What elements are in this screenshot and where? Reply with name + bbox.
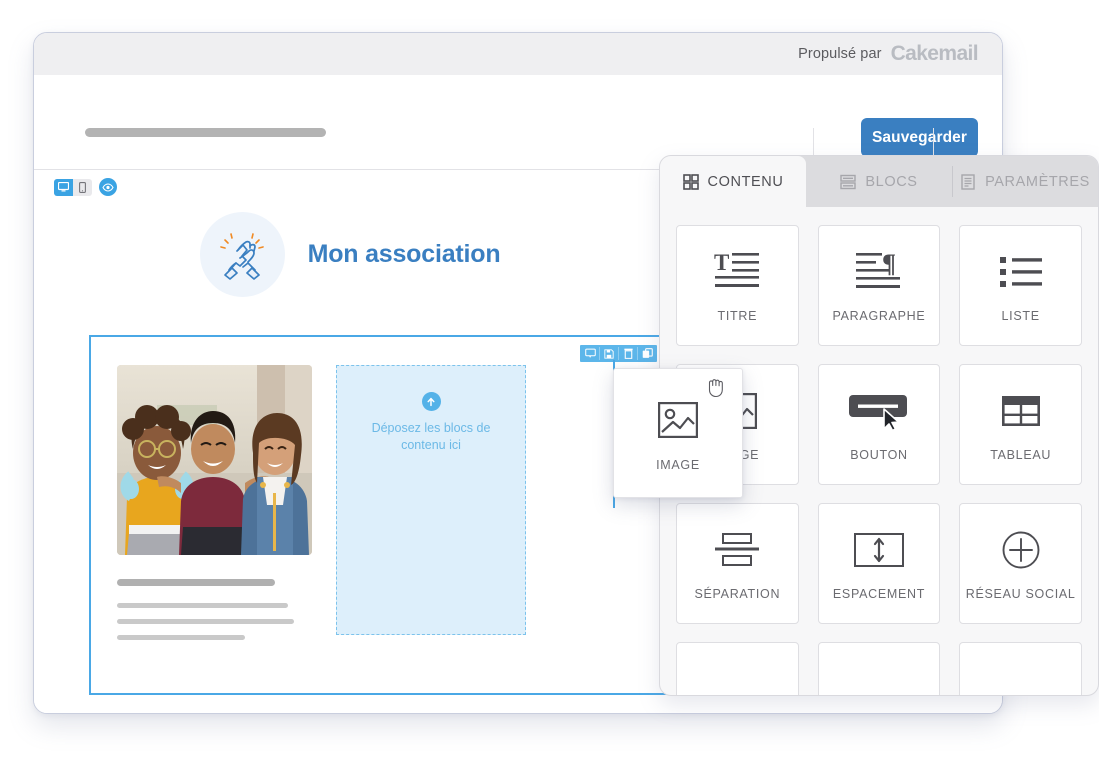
eye-icon	[102, 182, 114, 192]
block-columns: Déposez les blocs de contenu ici	[91, 365, 665, 640]
block-card-separation[interactable]: SÉPARATION	[676, 503, 799, 624]
comment-icon	[584, 348, 596, 358]
table-icon	[1001, 385, 1041, 437]
tab-contenu-label: CONTENU	[707, 173, 784, 190]
block-card-empty-2[interactable]	[817, 642, 941, 695]
placeholder-line-title	[117, 579, 275, 586]
block-card-espacement[interactable]: ESPACEMENT	[817, 503, 941, 624]
placeholder-line-2	[117, 619, 294, 624]
duplicate-icon-button[interactable]	[638, 345, 656, 362]
image-icon	[658, 394, 698, 446]
svg-text:¶: ¶	[882, 250, 896, 278]
block-toolbar	[580, 345, 657, 362]
block-card-liste-label: LISTE	[1001, 309, 1040, 324]
block-card-reseau-social-label: RÉSEAU SOCIAL	[965, 587, 1076, 602]
plus-circle-icon	[1002, 524, 1040, 576]
tab-blocs-label: BLOCS	[865, 173, 918, 190]
delete-icon-button[interactable]	[619, 345, 637, 362]
heading-icon: T	[713, 246, 761, 298]
paragraph-icon: ¶	[855, 246, 903, 298]
block-card-espacement-label: ESPACEMENT	[832, 587, 926, 602]
dragged-card-label: IMAGE	[656, 458, 700, 472]
block-card-liste[interactable]: LISTE	[959, 225, 1082, 346]
solidarity-hands-icon	[220, 232, 264, 280]
save-button[interactable]: Sauvegarder	[861, 118, 978, 157]
mobile-icon	[79, 181, 86, 193]
viewmode-toolbar	[54, 178, 117, 196]
save-icon	[604, 348, 614, 359]
arrow-up-circle-icon	[421, 392, 441, 411]
cakemail-logo: Cakemail	[890, 42, 979, 65]
spacer-icon	[853, 524, 904, 576]
page-title: Mon association	[307, 240, 501, 268]
desktop-view-button[interactable]	[54, 178, 73, 196]
avatar	[199, 212, 285, 297]
grabbing-hand-cursor	[706, 375, 728, 404]
mobile-view-button[interactable]	[73, 178, 92, 196]
preview-button[interactable]	[99, 178, 117, 196]
photo-column[interactable]	[117, 365, 312, 640]
campaign-name-placeholder[interactable]	[85, 128, 326, 137]
block-card-bouton[interactable]: BOUTON	[817, 364, 941, 485]
list-icon	[999, 246, 1043, 298]
desktop-icon	[58, 182, 69, 192]
duplicate-icon	[642, 348, 653, 358]
block-card-separation-label: SÉPARATION	[694, 587, 781, 602]
tab-parametres-label: PARAMÈTRES	[985, 173, 1090, 190]
divider-icon	[714, 524, 760, 576]
text-placeholder-lines[interactable]	[117, 579, 312, 640]
powered-by-label: Propulsé par	[798, 46, 882, 62]
tab-blocs[interactable]: BLOCS	[806, 156, 952, 207]
block-card-titre[interactable]: T TITRE	[676, 225, 799, 346]
device-toggle-group	[54, 178, 92, 196]
block-card-bouton-label: BOUTON	[850, 448, 908, 463]
block-card-titre-label: TITRE	[717, 309, 758, 324]
block-card-reseau-social[interactable]: RÉSEAU SOCIAL	[959, 503, 1082, 624]
tab-contenu[interactable]: CONTENU	[660, 156, 806, 207]
tab-parametres[interactable]: PARAMÈTRES	[952, 156, 1098, 207]
content-dropzone[interactable]: Déposez les blocs de contenu ici	[336, 365, 526, 635]
selected-content-block[interactable]: Déposez les blocs de contenu ici	[89, 335, 667, 695]
save-icon-button[interactable]	[600, 345, 618, 362]
block-card-tableau-label: TABLEAU	[990, 448, 1052, 463]
block-card-paragraphe[interactable]: ¶ PARAGRAPHE	[817, 225, 941, 346]
block-card-empty-1[interactable]	[676, 642, 799, 695]
block-card-empty-3[interactable]	[959, 642, 1082, 695]
button-icon	[848, 385, 910, 437]
trash-icon	[623, 348, 633, 359]
placeholder-line-3	[117, 635, 245, 640]
block-card-paragraphe-label: PARAGRAPHE	[832, 309, 926, 324]
grid-icon	[682, 173, 699, 190]
email-header[interactable]: Mon association	[34, 212, 666, 297]
svg-text:T: T	[714, 250, 729, 275]
three-smiling-people-photo	[117, 365, 312, 555]
window-topbar: Propulsé par Cakemail	[34, 33, 1002, 75]
panel-tabs: CONTENU BLOCS PARAMÈTRES	[660, 156, 1098, 207]
document-icon	[961, 173, 975, 190]
placeholder-line-1	[117, 603, 288, 608]
layers-icon	[840, 174, 857, 189]
block-card-tableau[interactable]: TABLEAU	[959, 364, 1082, 485]
dragged-image-block-card[interactable]: IMAGE	[613, 368, 743, 498]
content-photo[interactable]	[117, 365, 312, 555]
comment-icon-button[interactable]	[581, 345, 599, 362]
dropzone-label: Déposez les blocs de contenu ici	[371, 421, 491, 452]
